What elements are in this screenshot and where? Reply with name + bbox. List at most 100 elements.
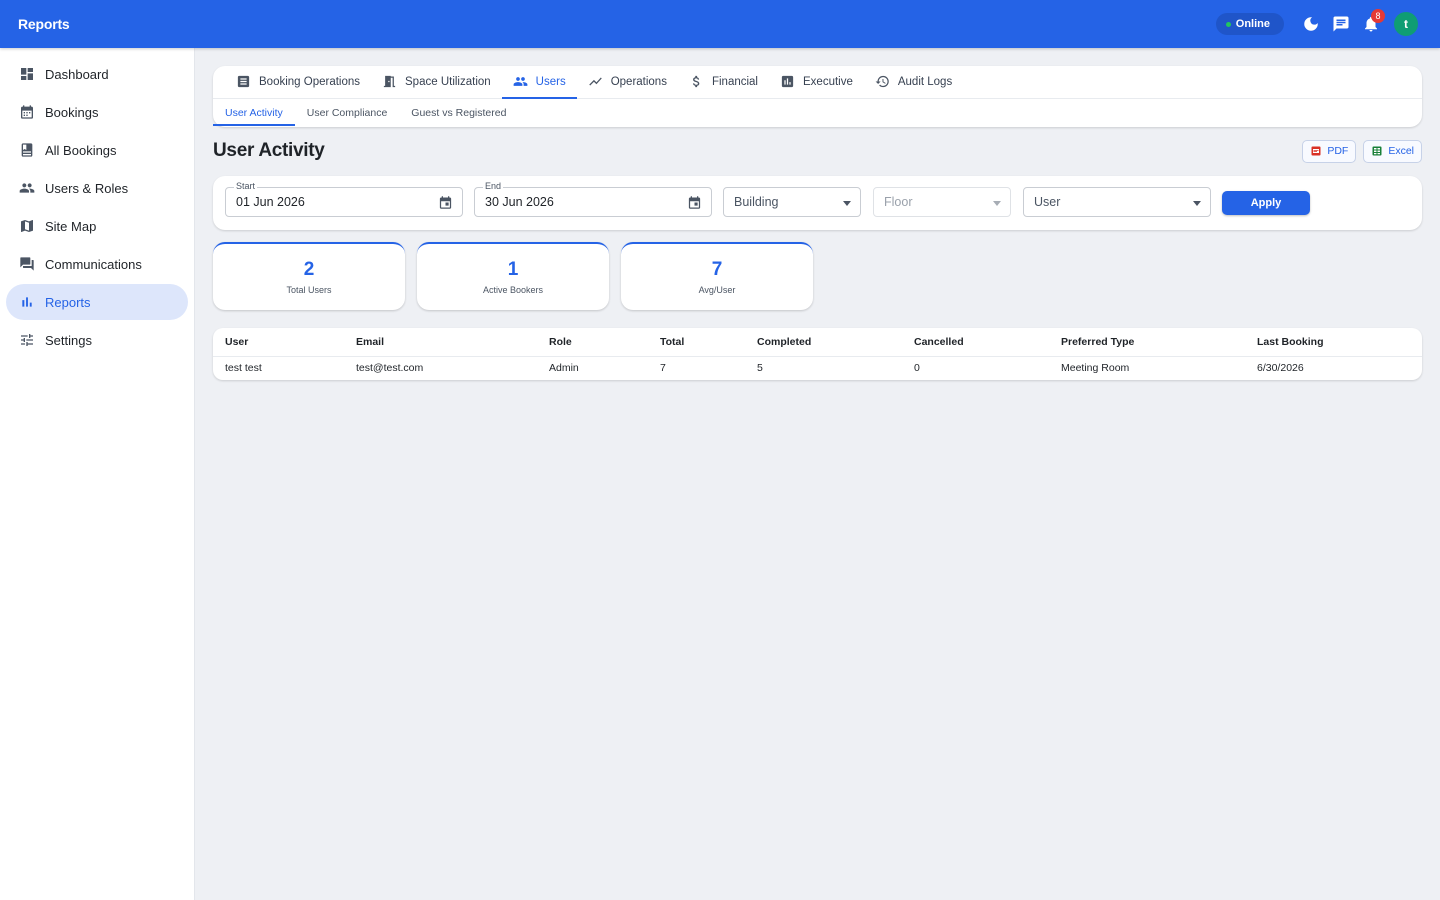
stat-label: Avg/User [698,285,736,295]
end-date-label: End [483,181,504,191]
column-header-last-booking[interactable]: Last Booking [1245,328,1422,357]
chat-icon [1333,16,1349,32]
cell-last-booking: 6/30/2026 [1257,362,1304,375]
cell-role: Admin [549,362,579,375]
subtab-user-compliance[interactable]: User Compliance [295,99,400,126]
filter-bar: Start 01 Jun 2026 End 30 Jun 2026 Buildi… [213,176,1422,230]
tab-audit-logs[interactable]: Audit Logs [864,65,963,98]
report-tabs: Booking Operations Space Utilization Use… [213,66,1422,99]
calendar-icon[interactable] [438,195,453,210]
trending-up-icon [588,77,602,86]
column-header-total[interactable]: Total [648,328,745,357]
user-activity-table-card: User Email Role Total Completed Cancelle… [213,328,1422,380]
sidebar-item-settings[interactable]: Settings [6,322,188,358]
sidebar-item-reports[interactable]: Reports [6,284,188,320]
forum-icon [20,257,34,271]
sidebar-item-bookings[interactable]: Bookings [6,94,188,130]
online-dot-icon [1225,21,1231,27]
cell-cancelled: 0 [914,362,920,375]
tab-executive[interactable]: Executive [769,65,864,98]
people-icon [513,77,528,86]
report-subtabs: User Activity User Compliance Guest vs R… [213,99,1422,126]
tab-label: Users [535,75,566,88]
calendar-icon[interactable] [687,195,702,210]
calendar-icon [21,105,33,119]
user-avatar[interactable]: t [1394,12,1418,36]
map-icon [21,220,33,232]
user-select[interactable]: User [1023,187,1211,217]
notifications-button[interactable]: 8 [1356,9,1386,39]
sidebar-item-label: Users & Roles [45,180,129,196]
tab-label: Space Utilization [405,75,491,88]
start-date-field[interactable]: Start 01 Jun 2026 [225,181,463,217]
messages-button[interactable] [1326,9,1356,39]
chevron-down-icon [1193,201,1201,206]
chevron-down-icon [843,201,851,206]
stat-value: 2 [303,259,315,280]
end-date-value: 30 Jun 2026 [485,195,554,209]
sidebar: Dashboard Bookings All Bookings Users & … [0,48,195,900]
cell-completed: 5 [757,362,763,375]
sidebar-item-label: All Bookings [45,142,117,158]
tab-label: Operations [610,75,667,88]
sidebar-item-label: Reports [45,294,91,310]
column-header-role[interactable]: Role [537,328,648,357]
subtab-guest-vs-registered[interactable]: Guest vs Registered [399,99,518,126]
spreadsheet-icon [1372,146,1382,156]
stat-value: 1 [507,259,519,280]
cell-total: 7 [660,362,666,375]
column-header-user[interactable]: User [213,328,344,357]
tab-booking-operations[interactable]: Booking Operations [225,65,371,98]
export-excel-label: Excel [1388,145,1414,157]
column-header-cancelled[interactable]: Cancelled [902,328,1049,357]
tab-users[interactable]: Users [501,65,577,99]
sidebar-item-dashboard[interactable]: Dashboard [6,56,188,92]
tab-label: Financial [711,75,758,88]
tab-financial[interactable]: Financial [678,65,769,98]
sidebar-item-communications[interactable]: Communications [6,246,188,282]
tab-operations[interactable]: Operations [577,65,678,98]
tab-label: Audit Logs [897,75,953,88]
document-icon [237,75,250,88]
table-row[interactable]: test test test@test.com Admin 7 5 0 Meet… [213,356,1422,380]
app-title: Reports [18,16,70,32]
dark-mode-toggle[interactable] [1296,9,1326,39]
sidebar-item-users-roles[interactable]: Users & Roles [6,170,188,206]
page-title: User Activity [213,140,325,161]
stat-label: Active Bookers [482,285,544,295]
column-header-email[interactable]: Email [344,328,537,357]
stat-cards: 2 Total Users 1 Active Bookers 7 Avg/Use… [213,242,1422,310]
end-date-field[interactable]: End 30 Jun 2026 [474,181,712,217]
stat-label: Total Users [286,285,332,295]
history-icon [875,75,889,88]
sidebar-item-all-bookings[interactable]: All Bookings [6,132,188,168]
app-bar: Reports Online 8 t [0,0,1440,48]
tab-space-utilization[interactable]: Space Utilization [371,65,502,98]
tab-label: Executive [803,75,853,88]
report-tabs-card: Booking Operations Space Utilization Use… [213,66,1422,127]
online-status-chip[interactable]: Online [1215,13,1284,35]
online-status-label: Online [1235,18,1270,30]
cell-user: test test [225,362,262,375]
cell-email: test@test.com [356,362,424,375]
people-icon [19,183,35,193]
start-date-value: 01 Jun 2026 [236,195,305,209]
subtab-user-activity[interactable]: User Activity [213,99,295,126]
column-header-preferred-type[interactable]: Preferred Type [1049,328,1245,357]
sidebar-item-label: Bookings [45,104,99,120]
app-bar-actions: Online 8 t [1215,9,1422,39]
door-icon [383,75,396,88]
building-select[interactable]: Building [723,187,861,217]
column-header-completed[interactable]: Completed [745,328,902,357]
user-select-value: User [1034,195,1061,209]
sidebar-item-site-map[interactable]: Site Map [6,208,188,244]
export-excel-button[interactable]: Excel [1363,139,1422,163]
apply-button[interactable]: Apply [1222,191,1310,215]
dashboard-icon [21,68,33,80]
export-pdf-button[interactable]: PDF [1302,139,1357,163]
start-date-label: Start [234,181,258,191]
floor-select[interactable]: Floor [873,187,1011,217]
export-actions: PDF Excel [1302,139,1422,163]
sidebar-item-label: Communications [45,256,142,272]
assessment-icon [781,75,794,88]
